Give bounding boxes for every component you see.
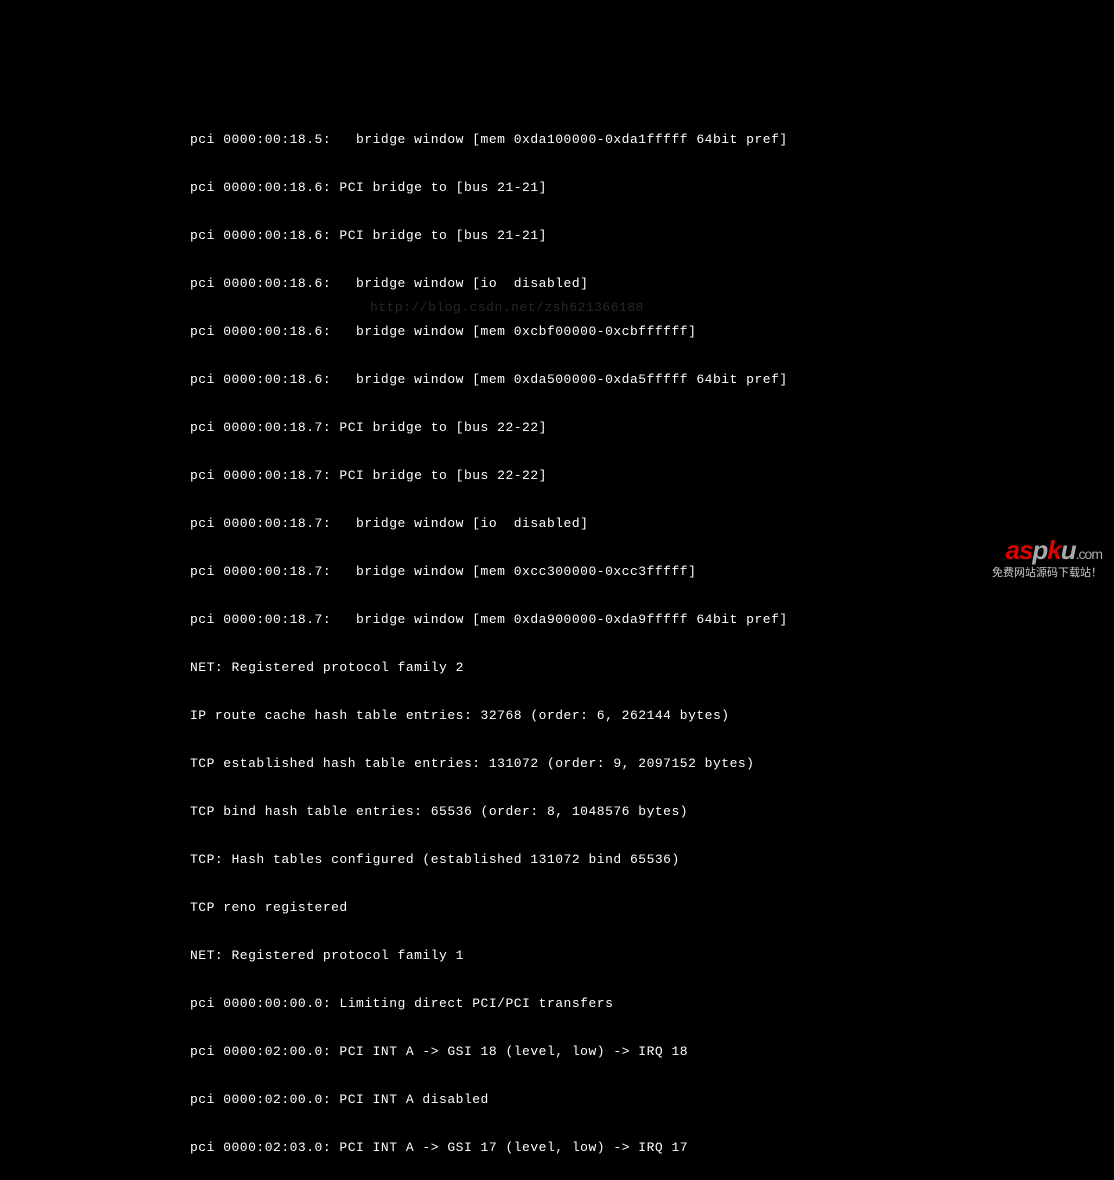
boot-line: pci 0000:00:00.0: Limiting direct PCI/PC… <box>190 996 1114 1012</box>
boot-line: NET: Registered protocol family 1 <box>190 948 1114 964</box>
boot-line: pci 0000:00:18.7: bridge window [mem 0xd… <box>190 612 1114 628</box>
boot-line: TCP: Hash tables configured (established… <box>190 852 1114 868</box>
brand-logo: aspku.com <box>992 535 1102 566</box>
boot-line: pci 0000:00:18.7: PCI bridge to [bus 22-… <box>190 420 1114 436</box>
boot-line: pci 0000:00:18.7: bridge window [mem 0xc… <box>190 564 1114 580</box>
boot-line: TCP bind hash table entries: 65536 (orde… <box>190 804 1114 820</box>
boot-line: pci 0000:02:00.0: PCI INT A disabled <box>190 1092 1114 1108</box>
boot-line: pci 0000:00:18.7: PCI bridge to [bus 22-… <box>190 468 1114 484</box>
boot-line: pci 0000:00:18.6: PCI bridge to [bus 21-… <box>190 180 1114 196</box>
boot-line: IP route cache hash table entries: 32768… <box>190 708 1114 724</box>
boot-line: pci 0000:00:18.6: bridge window [mem 0xc… <box>190 324 1114 340</box>
boot-line: TCP established hash table entries: 1310… <box>190 756 1114 772</box>
brand-subtitle: 免费网站源码下载站！ <box>992 564 1102 580</box>
boot-line: pci 0000:00:18.5: bridge window [mem 0xd… <box>190 132 1114 148</box>
boot-line: pci 0000:00:18.6: PCI bridge to [bus 21-… <box>190 228 1114 244</box>
boot-line: pci 0000:02:00.0: PCI INT A -> GSI 18 (l… <box>190 1044 1114 1060</box>
boot-line: pci 0000:02:03.0: PCI INT A -> GSI 17 (l… <box>190 1140 1114 1156</box>
brand-badge: aspku.com 免费网站源码下载站！ <box>992 535 1102 580</box>
brand-suffix: .com <box>1076 546 1102 562</box>
boot-line: pci 0000:00:18.6: bridge window [io disa… <box>190 276 1114 292</box>
boot-line: pci 0000:00:18.7: bridge window [io disa… <box>190 516 1114 532</box>
boot-line: NET: Registered protocol family 2 <box>190 660 1114 676</box>
boot-log-terminal: pci 0000:00:18.5: bridge window [mem 0xd… <box>0 0 1114 1180</box>
watermark-text: http://blog.csdn.net/zsh621366188 <box>370 300 644 315</box>
boot-line: TCP reno registered <box>190 900 1114 916</box>
boot-line: pci 0000:00:18.6: bridge window [mem 0xd… <box>190 372 1114 388</box>
